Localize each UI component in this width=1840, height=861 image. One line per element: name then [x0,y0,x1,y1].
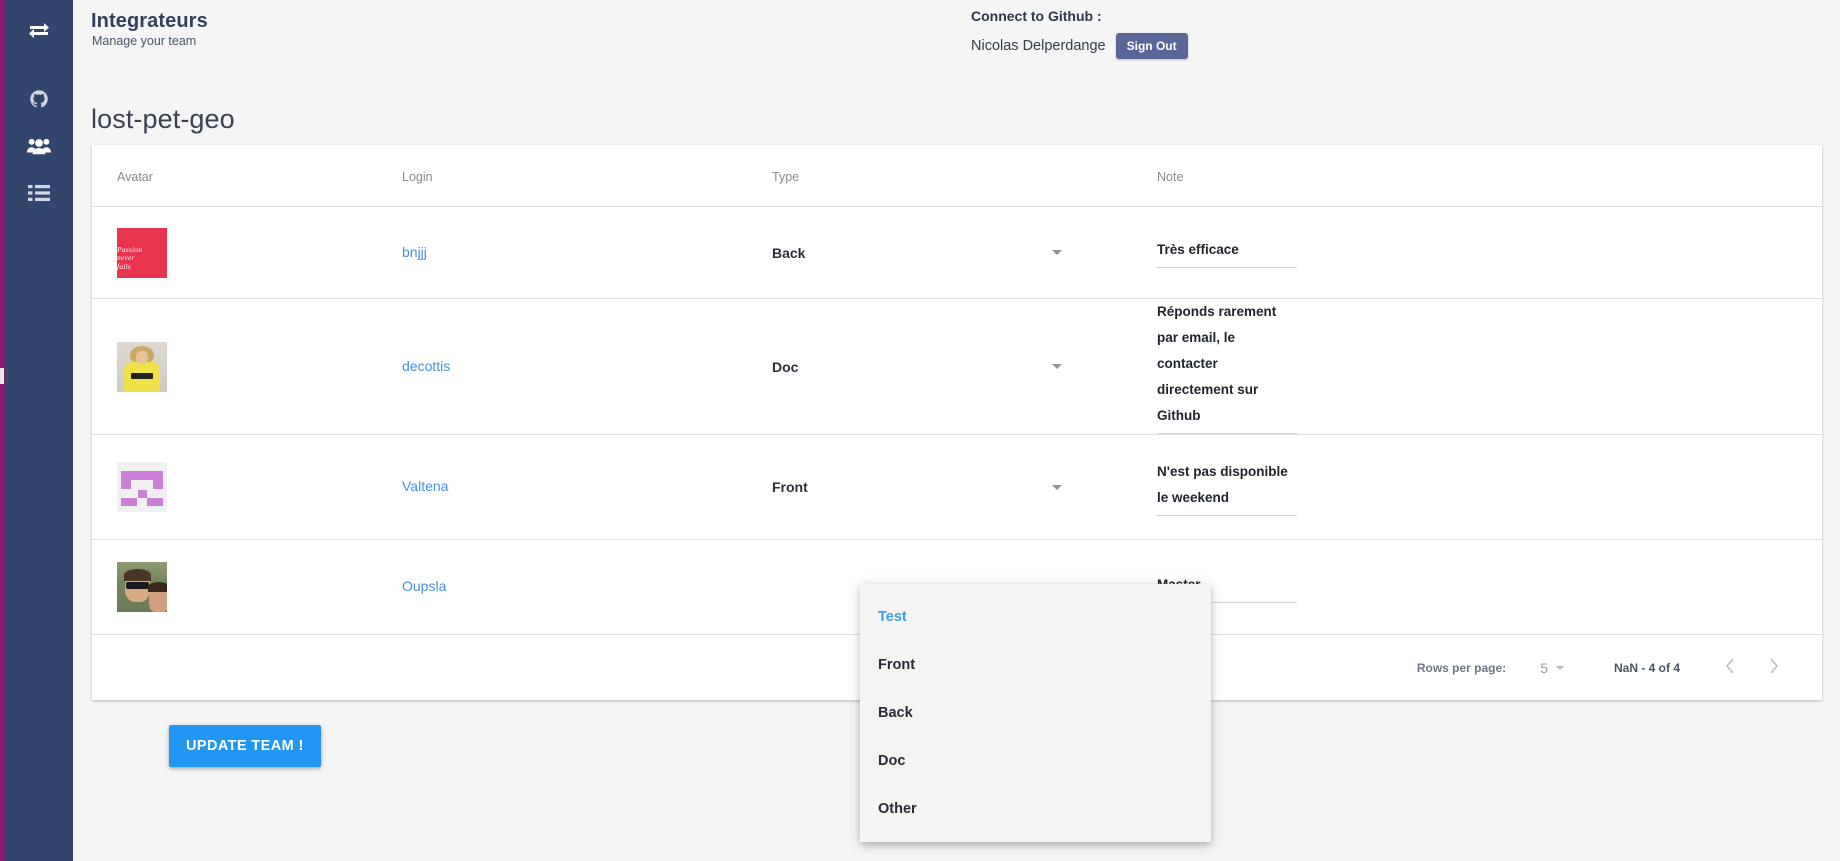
dropdown-option-front[interactable]: Front [860,641,1211,689]
sign-out-button[interactable]: Sign Out [1115,33,1188,59]
note-cell: Réponds rarement par email, le contacter… [1157,298,1822,435]
note-text: Réponds rarement par email, le contacter… [1157,304,1277,423]
previous-page-button[interactable] [1708,646,1752,690]
rows-per-page-label: Rows per page: [1416,660,1507,675]
type-select[interactable]: Front [772,479,1062,495]
sidebar-item-list[interactable] [5,169,73,216]
update-team-button[interactable]: UPDATE TEAM ! [169,725,321,767]
sidebar-item-team[interactable] [5,122,73,169]
github-connect-block: Connect to Github : Nicolas Delperdange … [971,8,1188,59]
table-row: decottis Doc Réponds rarement par email,… [92,298,1822,435]
repository-title: lost-pet-geo [91,104,235,134]
left-edge-notch [0,368,4,384]
avatar-cell [92,539,402,635]
type-value: Doc [772,358,799,375]
avatar [117,462,167,512]
login-cell: bnjjj [402,206,772,299]
type-cell: Back [772,206,1157,299]
column-header-note: Note [1157,145,1822,207]
table-row: Passion never fails bnjjj Back Très effi… [92,206,1822,299]
exchange-arrows-icon [27,20,51,40]
login-cell: Valtena [402,434,772,540]
chevron-down-icon [1052,364,1062,369]
type-cell: Doc [772,298,1157,435]
main-area: Integrateurs Manage your team Connect to… [73,0,1840,861]
avatar: Passion never fails [117,227,167,278]
connect-label: Connect to Github : [971,8,1102,24]
left-edge-stripe [0,0,5,861]
type-dropdown-menu: Test Front Back Doc Other [860,584,1211,842]
type-cell: Front [772,434,1157,540]
avatar-cell [92,298,402,435]
avatar-cell: Passion never fails [92,206,402,299]
list-icon [28,184,50,202]
dropdown-option-other[interactable]: Other [860,785,1211,833]
table-header-row: Avatar Login Type Note [92,145,1822,207]
note-input[interactable]: Réponds rarement par email, le contacter… [1157,299,1297,434]
rows-per-page-value: 5 [1540,659,1548,676]
pagination-range: NaN - 4 of 4 [1613,660,1680,675]
chevron-left-icon [1724,657,1736,678]
connected-user-name: Nicolas Delperdange [971,38,1106,54]
table-header: Avatar Login Type Note [92,145,1822,207]
avatar-line-3: fails [117,261,131,271]
login-link[interactable]: decottis [402,358,450,374]
login-link[interactable]: Oupsla [402,578,446,594]
note-cell: Master [1157,539,1822,635]
note-cell: N'est pas disponible le weekend [1157,434,1822,540]
column-header-login: Login [402,145,772,207]
dropdown-option-doc[interactable]: Doc [860,737,1211,785]
type-value: Front [772,479,808,495]
login-cell: decottis [402,298,772,435]
note-text: Très efficace [1157,242,1239,257]
table-row: Valtena Front N'est pas disponible le we… [92,434,1822,540]
note-input[interactable]: Très efficace [1157,237,1297,268]
topbar: Integrateurs Manage your team Connect to… [73,0,1840,62]
type-select[interactable]: Back [772,245,1062,261]
team-table: Avatar Login Type Note Passion never fai… [92,145,1822,635]
login-cell: Oupsla [402,539,772,635]
type-value: Back [772,244,806,261]
dropdown-option-test[interactable]: Test [860,593,1211,641]
avatar [117,562,167,612]
note-text: N'est pas disponible le weekend [1157,463,1288,505]
column-header-type: Type [772,145,1157,207]
avatar-cell [92,434,402,540]
chevron-right-icon [1768,657,1780,678]
chevron-down-icon [1555,665,1564,670]
column-header-avatar: Avatar [92,145,402,207]
sidebar-item-github[interactable] [5,75,73,122]
app-root: Integrateurs Manage your team Connect to… [0,0,1840,861]
team-users-icon [27,136,51,156]
sidebar-item-switch[interactable] [5,6,73,53]
avatar [117,341,167,392]
github-icon [29,89,49,109]
login-link[interactable]: bnjjj [402,244,427,260]
note-input[interactable]: N'est pas disponible le weekend [1157,459,1297,516]
rows-per-page-select[interactable]: 5 [1540,660,1564,676]
next-page-button[interactable] [1752,646,1796,690]
type-select[interactable]: Doc [772,359,1062,375]
chevron-down-icon [1052,484,1062,490]
page-subtitle: Manage your team [92,34,197,48]
table-body: Passion never fails bnjjj Back Très effi… [92,206,1822,635]
page-title: Integrateurs [91,10,208,32]
login-link[interactable]: Valtena [402,478,448,494]
dropdown-option-back[interactable]: Back [860,689,1211,737]
sidebar [0,0,73,861]
chevron-down-icon [1052,250,1062,255]
note-cell: Très efficace [1157,206,1822,299]
